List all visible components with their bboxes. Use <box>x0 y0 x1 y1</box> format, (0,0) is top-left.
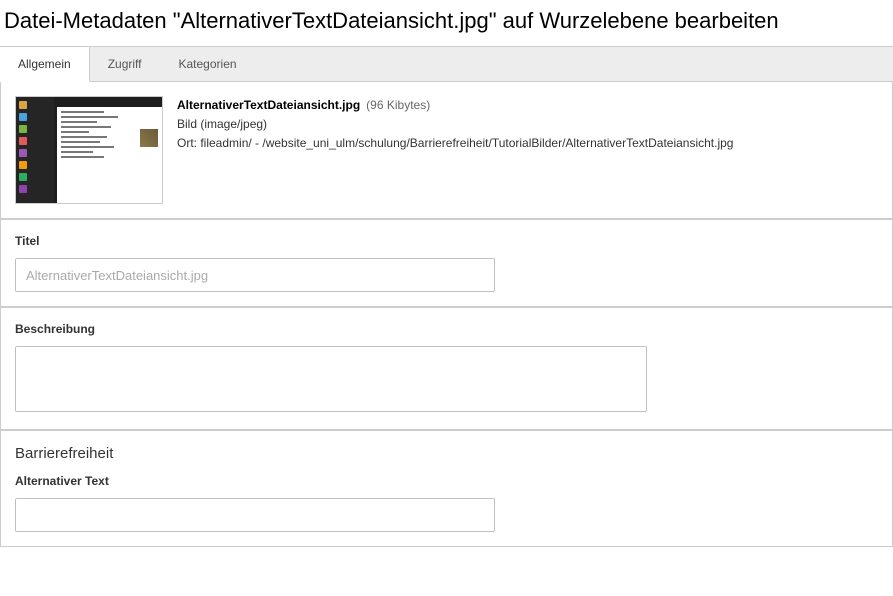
title-input[interactable] <box>15 258 495 292</box>
description-label: Beschreibung <box>15 322 878 336</box>
file-type: Bild (image/jpeg) <box>177 115 878 134</box>
file-location-path: fileadmin/ - /website_uni_ulm/schulung/B… <box>200 136 733 150</box>
file-location-label: Ort: <box>177 136 197 150</box>
file-thumbnail <box>15 96 163 204</box>
title-label: Titel <box>15 234 878 248</box>
description-input[interactable] <box>15 346 647 412</box>
file-details: AlternativerTextDateiansicht.jpg (96 Kib… <box>177 96 878 154</box>
file-info-section: AlternativerTextDateiansicht.jpg (96 Kib… <box>0 82 893 219</box>
page-title: Datei-Metadaten "AlternativerTextDateian… <box>0 0 893 46</box>
file-name: AlternativerTextDateiansicht.jpg <box>177 96 360 115</box>
alt-text-input[interactable] <box>15 498 495 532</box>
file-size: (96 Kibytes) <box>366 96 430 115</box>
file-location: Ort: fileadmin/ - /website_uni_ulm/schul… <box>177 134 878 153</box>
tab-access[interactable]: Zugriff <box>90 47 161 81</box>
description-section: Beschreibung <box>0 307 893 430</box>
accessibility-heading: Barrierefreiheit <box>15 445 878 462</box>
tab-general[interactable]: Allgemein <box>0 47 90 82</box>
accessibility-section: Barrierefreiheit Alternativer Text <box>0 430 893 547</box>
title-section: Titel <box>0 219 893 307</box>
tab-categories[interactable]: Kategorien <box>161 47 256 81</box>
alt-text-label: Alternativer Text <box>15 474 878 488</box>
tab-bar: Allgemein Zugriff Kategorien <box>0 46 893 82</box>
